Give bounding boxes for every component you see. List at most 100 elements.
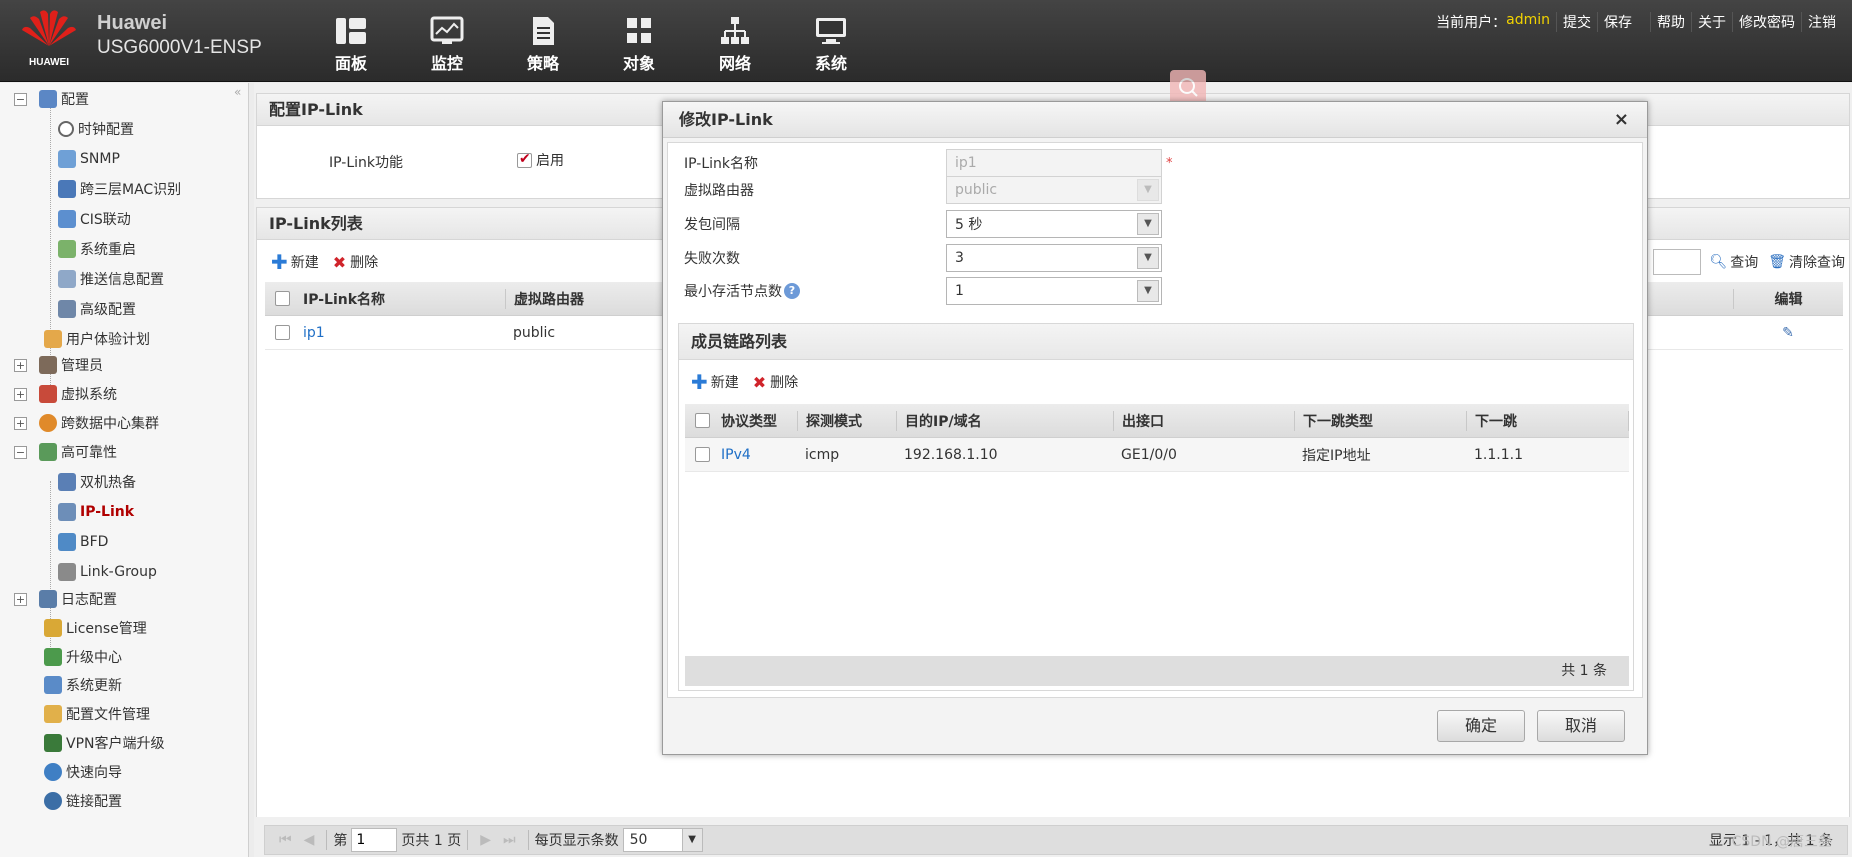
help-link[interactable]: 帮助 [1650, 12, 1691, 32]
expand-toggle-icon[interactable]: + [14, 592, 27, 606]
clear-search-button[interactable]: 🗑︎ 清除查询 [1768, 252, 1845, 272]
member-delete-button[interactable]: ✖ 删除 [753, 372, 798, 392]
col-destination[interactable]: 目的IP/域名 [896, 410, 1113, 431]
about-link[interactable]: 关于 [1691, 12, 1732, 32]
new-button[interactable]: ✚ 新建 [271, 252, 319, 272]
close-icon[interactable]: × [1614, 102, 1629, 138]
save-link[interactable]: 保存 [1597, 12, 1638, 32]
sidebar-item-sys-update[interactable]: 系统更新 [44, 672, 122, 698]
sidebar-item-wizard[interactable]: 快速向导 [44, 759, 122, 785]
sidebar-item-hot-standby[interactable]: 双机热备 [58, 469, 136, 495]
sidebar-item-log[interactable]: + 日志配置 [14, 586, 117, 612]
nav-object[interactable]: 对象 [591, 16, 687, 74]
sidebar-item-upgrade[interactable]: 升级中心 [44, 644, 122, 670]
min-alive-select[interactable]: 1 ▼ [946, 277, 1162, 305]
nav-dashboard[interactable]: 面板 [303, 16, 399, 74]
search-input[interactable] [1653, 249, 1702, 275]
enable-checkbox[interactable] [517, 151, 532, 168]
admin-icon [39, 356, 57, 374]
page-number-input[interactable] [351, 828, 398, 852]
first-page-icon[interactable]: ⏮ [279, 832, 292, 848]
nav-system[interactable]: 系统 [783, 16, 879, 74]
sidebar-item-restart[interactable]: 系统重启 [58, 236, 136, 262]
upgrade-icon [44, 648, 62, 666]
nav-monitor[interactable]: 监控 [399, 16, 495, 74]
sidebar-item-vsys[interactable]: + 虚拟系统 [14, 381, 117, 407]
sidebar-item-cis[interactable]: CIS联动 [58, 206, 131, 232]
sidebar-item-config-file[interactable]: 配置文件管理 [44, 701, 150, 727]
protocol-link[interactable]: IPv4 [711, 447, 797, 463]
collapse-toggle-icon[interactable]: − [14, 445, 27, 459]
sidebar-item-label: 升级中心 [66, 650, 122, 666]
edit-icon[interactable]: ✎ [1733, 325, 1843, 341]
sidebar-item-link-group[interactable]: Link-Group [58, 559, 157, 585]
delete-button[interactable]: ✖ 删除 [333, 252, 378, 272]
logout-link[interactable]: 注销 [1801, 12, 1842, 32]
app-title: Huawei USG6000V1-ENSP [97, 12, 262, 59]
col-name[interactable]: IP-Link名称 [289, 289, 505, 309]
nav-policy[interactable]: 策略 [495, 16, 591, 74]
sidebar-item-bfd[interactable]: BFD [58, 529, 108, 555]
sidebar-item-label: Link-Group [80, 564, 157, 580]
last-page-icon[interactable]: ⏭ [503, 832, 516, 848]
list-toolbar: ✚ 新建 ✖ 删除 [271, 248, 392, 276]
system-icon [816, 18, 846, 44]
hot-standby-icon [58, 473, 76, 491]
expand-toggle-icon[interactable]: + [14, 416, 27, 430]
sidebar-item-clock[interactable]: 时钟配置 [58, 116, 134, 142]
name-input: ip1 [946, 149, 1162, 177]
col-next-hop-type[interactable]: 下一跳类型 [1294, 410, 1466, 431]
expand-toggle-icon[interactable]: + [14, 358, 27, 372]
cis-shield-icon [58, 210, 76, 228]
sidebar-item-ip-link[interactable]: IP-Link [58, 499, 134, 525]
help-icon[interactable]: ? [784, 283, 800, 299]
folder-icon [44, 705, 62, 723]
expand-toggle-icon[interactable]: + [14, 387, 27, 401]
member-new-button[interactable]: ✚ 新建 [691, 372, 739, 392]
name-row: IP-Link名称 ip1 * [684, 148, 1284, 178]
per-page-select[interactable]: 50 ▼ [622, 828, 703, 852]
member-row-checkbox[interactable] [695, 447, 710, 462]
member-select-all-checkbox[interactable] [695, 413, 710, 428]
sidebar-item-snmp[interactable]: SNMP [58, 146, 120, 172]
sidebar-item-dc-cluster[interactable]: + 跨数据中心集群 [14, 410, 159, 436]
sidebar-item-push[interactable]: 推送信息配置 [58, 266, 164, 292]
member-delete-label: 删除 [770, 375, 799, 391]
ok-button[interactable]: 确定 [1437, 710, 1525, 742]
col-protocol[interactable]: 协议类型 [711, 411, 797, 431]
sidebar-item-ha[interactable]: − 高可靠性 [14, 439, 117, 465]
select-all-checkbox[interactable] [275, 291, 290, 306]
sidebar-item-advanced[interactable]: 高级配置 [58, 296, 136, 322]
sidebar-item-ux[interactable]: 用户体验计划 [44, 326, 150, 352]
submit-link[interactable]: 提交 [1556, 12, 1597, 32]
sidebar-item-license[interactable]: License管理 [44, 615, 147, 641]
collapse-sidebar-icon[interactable]: « [234, 85, 241, 99]
sidebar-item-vpn-upgrade[interactable]: VPN客户端升级 [44, 730, 165, 756]
enable-checkbox-group[interactable]: 启用 [517, 150, 564, 170]
search-button[interactable]: 🔍︎ 查询 [1709, 252, 1758, 272]
cancel-button[interactable]: 取消 [1537, 710, 1625, 742]
ip-link-feature-label: IP-Link功能 [329, 155, 403, 171]
row-checkbox[interactable] [275, 325, 290, 340]
sidebar-item-link-config[interactable]: 链接配置 [44, 788, 122, 814]
cluster-icon [39, 414, 57, 432]
ip-link-name-link[interactable]: ip1 [289, 325, 505, 341]
col-vr[interactable]: 虚拟路由器 [505, 288, 665, 309]
col-next-hop[interactable]: 下一跳 [1466, 410, 1629, 431]
sidebar-item-config[interactable]: − 配置 [14, 86, 89, 112]
col-probe-mode[interactable]: 探测模式 [797, 410, 896, 431]
sidebar-item-admin[interactable]: + 管理员 [14, 352, 103, 378]
interval-select[interactable]: 5 秒 ▼ [946, 210, 1162, 238]
huawei-logo-icon [22, 10, 76, 46]
collapse-toggle-icon[interactable]: − [14, 92, 27, 106]
change-password-link[interactable]: 修改密码 [1732, 12, 1801, 32]
prev-page-icon[interactable]: ◀ [304, 832, 315, 848]
sidebar-item-mac[interactable]: 跨三层MAC识别 [58, 176, 181, 202]
table-row[interactable]: IPv4 icmp 192.168.1.10 GE1/0/0 指定IP地址 1.… [685, 438, 1629, 472]
fail-count-select[interactable]: 3 ▼ [946, 244, 1162, 272]
col-out-interface[interactable]: 出接口 [1113, 410, 1294, 431]
next-page-icon[interactable]: ▶ [480, 832, 491, 848]
nav-network[interactable]: 网络 [687, 16, 783, 74]
dialog-body: IP-Link名称 ip1 * 虚拟路由器 public ▼ 发包间隔 5 秒 ▼ … [667, 142, 1643, 698]
member-link-panel: 成员链路列表 ✚ 新建 ✖ 删除 协议类型 探测模式 目的IP/域名 出接口 下一跳… [678, 323, 1634, 691]
